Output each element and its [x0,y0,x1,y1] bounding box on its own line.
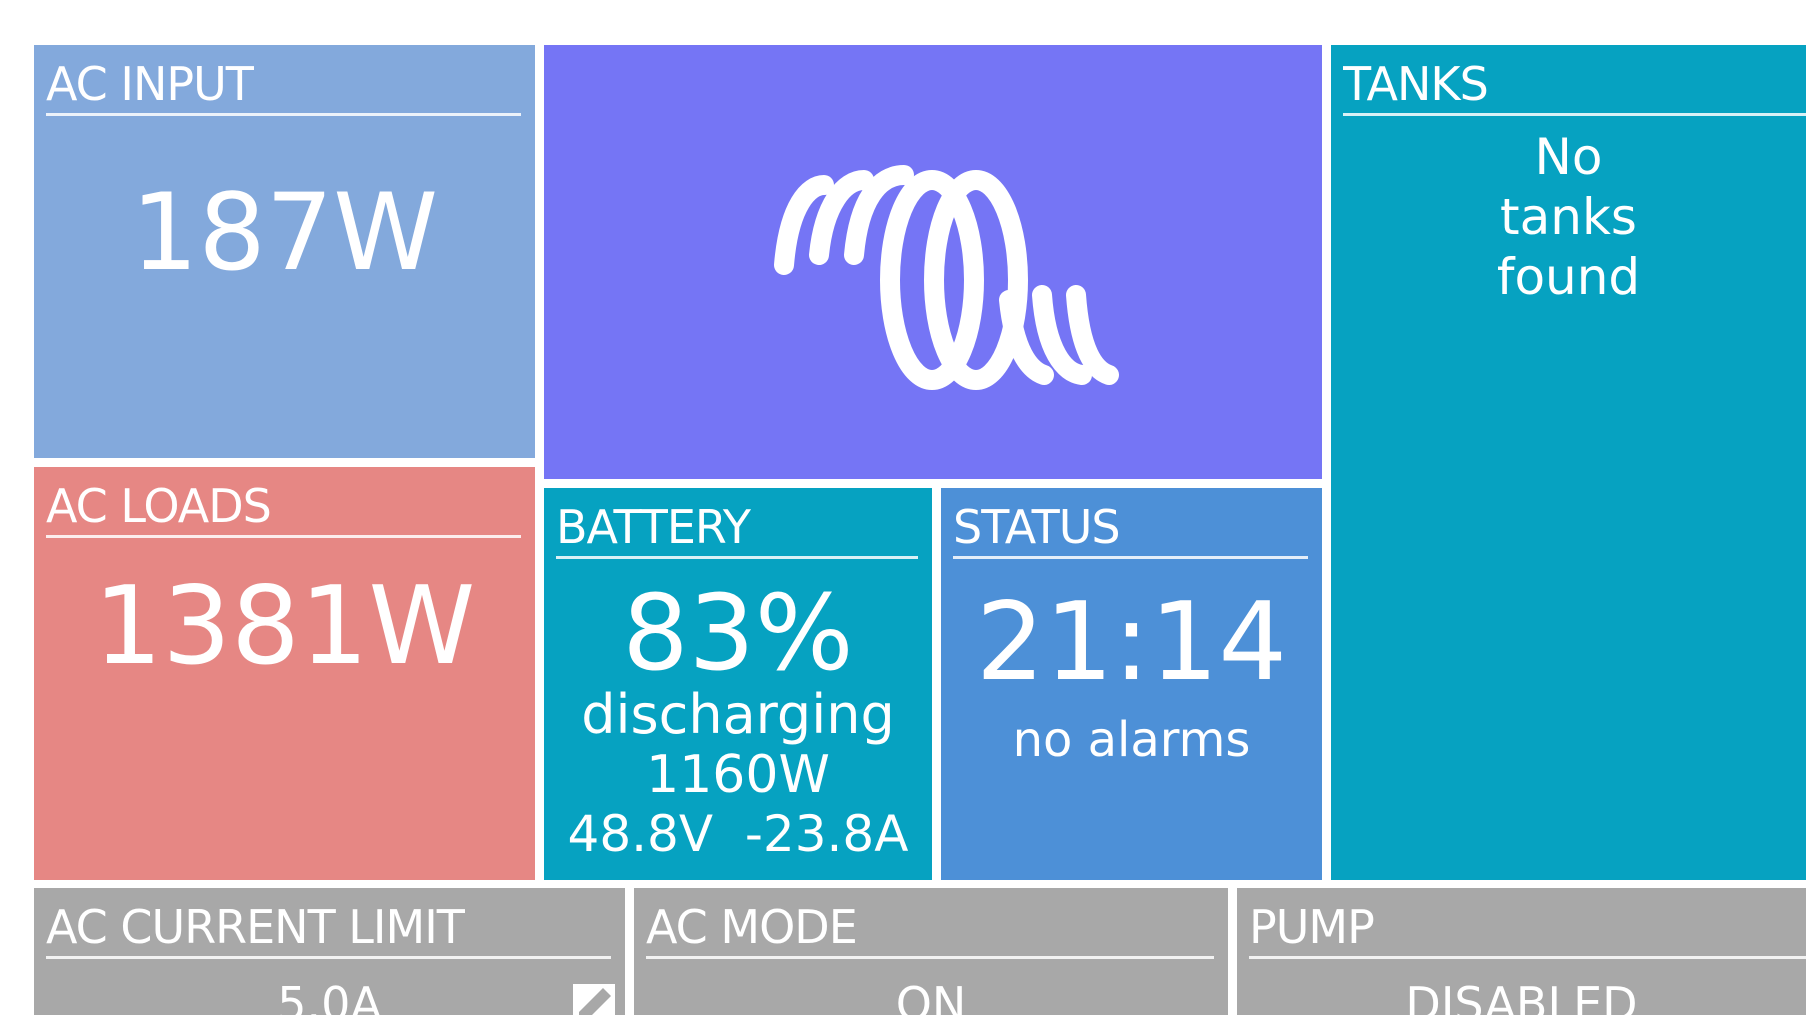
ac-input-title: AC INPUT [46,55,521,116]
tanks-message-line: tanks [1500,188,1637,246]
ac-loads-value: 1381W [93,564,476,689]
ac-loads-title: AC LOADS [46,477,521,538]
tanks-title: TANKS [1343,55,1806,116]
tanks-message: No tanks found [1331,127,1806,307]
ac-mode-value: ON [895,977,967,1015]
battery-title: BATTERY [556,498,918,559]
status-alarms: no alarms [1012,712,1251,768]
tanks-message-line: No [1534,128,1603,186]
ac-input-value: 187W [130,171,439,294]
victron-logo-icon [774,165,1119,390]
tanks-tile[interactable]: TANKS No tanks found [1331,45,1806,880]
logo-tile [544,45,1322,479]
ac-current-limit-button[interactable]: AC CURRENT LIMIT 5.0A [34,888,625,1015]
battery-soc: 83% [622,572,854,694]
battery-voltage: 48.8V [567,805,714,863]
pump-value: DISABLED [1405,977,1638,1015]
status-time: 21:14 [975,580,1288,705]
ac-current-limit-title: AC CURRENT LIMIT [46,898,611,959]
ac-current-limit-value: 5.0A [277,977,382,1015]
status-tile[interactable]: STATUS 21:14 no alarms [941,488,1322,880]
ac-mode-title: AC MODE [646,898,1214,959]
battery-readings: 48.8V -23.8A [544,806,932,862]
edit-icon[interactable] [569,980,619,1015]
pump-title: PUMP [1249,898,1806,959]
battery-state: discharging [581,683,895,746]
ac-mode-button[interactable]: AC MODE ON [634,888,1228,1015]
ac-input-tile[interactable]: AC INPUT 187W [34,45,535,458]
status-title: STATUS [953,498,1308,559]
battery-tile[interactable]: BATTERY 83% discharging 1160W 48.8V -23.… [544,488,932,880]
ac-loads-tile[interactable]: AC LOADS 1381W [34,467,535,880]
battery-power: 1160W [646,745,830,805]
tanks-message-line: found [1496,248,1641,306]
pump-button[interactable]: PUMP DISABLED [1237,888,1806,1015]
dashboard: AC INPUT 187W TANKS No tanks found AC LO… [0,0,1806,1015]
battery-current: -23.8A [744,805,909,863]
